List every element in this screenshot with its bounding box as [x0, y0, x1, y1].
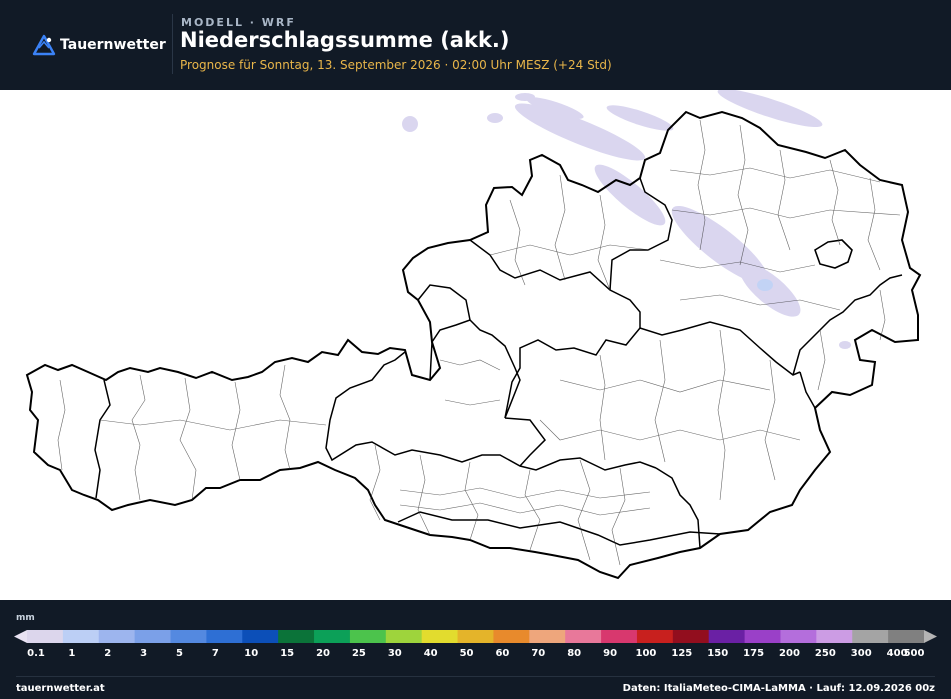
legend-end-arrow	[924, 630, 937, 643]
legend-swatch	[529, 630, 566, 643]
mountain-logo-icon	[32, 34, 56, 56]
legend-swatch	[816, 630, 853, 643]
footer-source: Daten: ItaliaMeteo-CIMA-LaMMA · Lauf: 12…	[622, 683, 935, 694]
legend-swatch	[98, 630, 136, 643]
legend-tick-label: 175	[743, 648, 765, 659]
brand-name: Tauernwetter	[60, 37, 166, 53]
legend-tick-label: 200	[779, 648, 800, 659]
legend-swatch	[27, 630, 64, 643]
legend-swatch	[672, 630, 710, 643]
legend-tick-label: 80	[567, 648, 582, 659]
legend-swatch	[62, 630, 100, 643]
legend-tick-label: 1	[68, 648, 76, 659]
austria-border	[25, 110, 922, 580]
legend-tick-label: 10	[244, 648, 259, 659]
footer-site[interactable]: tauernwetter.at	[16, 683, 105, 694]
austria-map-svg	[25, 90, 922, 580]
legend-tick-label: 40	[423, 648, 438, 659]
legend-panel: mm 0.1 1 2 3 5 7 10 15 20 25 30 40 50 60 70 80 90 100 125 1…	[0, 600, 951, 676]
page-title: Niederschlagssumme (akk.)	[180, 28, 510, 52]
legend-swatch	[170, 630, 207, 643]
legend-swatch	[636, 630, 674, 643]
legend-tick-label: 150	[707, 648, 729, 659]
legend-tick-label: 3	[140, 648, 148, 659]
legend-swatch	[601, 630, 638, 643]
legend-swatch	[708, 630, 746, 643]
legend-swatch	[278, 630, 315, 643]
legend-tick-label: 100	[635, 648, 657, 659]
legend-tick-label: 50	[459, 648, 474, 659]
district-borders	[57, 119, 901, 566]
legend-tick-label: 0.1	[27, 648, 45, 659]
legend-tick-label: 5	[176, 648, 183, 659]
legend-tick-label: 25	[351, 648, 366, 659]
forecast-subtitle: Prognose für Sonntag, 13. September 2026…	[180, 58, 612, 72]
vienna-border	[814, 239, 853, 269]
legend-tick-label: 20	[316, 648, 330, 659]
legend-tick-label: 300	[850, 648, 872, 659]
color-scale-ticks: 0.1 1 2 3 5 7 10 15 20 25 30 40 50 60 70 80 90 100 125 150 1…	[0, 648, 951, 662]
header: Tauernwetter MODELL · WRF Niederschlagss…	[0, 0, 951, 90]
legend-swatch	[888, 630, 925, 643]
legend-tick-label: 60	[495, 648, 510, 659]
legend-tick-label: 30	[387, 648, 402, 659]
legend-swatch	[457, 630, 494, 643]
legend-tick-label: 500	[903, 648, 925, 659]
legend-tick-label: 90	[603, 648, 618, 659]
legend-tick-label: 15	[280, 648, 295, 659]
precipitation-map	[0, 90, 951, 600]
legend-unit: mm	[16, 613, 35, 623]
legend-tick-label: 2	[104, 648, 112, 659]
legend-tick-label: 70	[531, 648, 546, 659]
legend-swatch	[780, 630, 817, 643]
legend-tick-label: 250	[814, 648, 836, 659]
legend-swatch	[242, 630, 279, 643]
color-scale-bar	[14, 630, 937, 643]
legend-swatch	[493, 630, 530, 643]
precipitation-overlay	[402, 90, 851, 349]
legend-tick-label: 7	[211, 648, 219, 659]
legend-start-arrow	[14, 630, 27, 643]
legend-swatch	[134, 630, 172, 643]
legend-tick-label: 125	[671, 648, 693, 659]
legend-swatch	[385, 630, 423, 643]
legend-swatch	[206, 630, 243, 643]
legend-swatch	[349, 630, 387, 643]
brand-logo[interactable]: Tauernwetter	[32, 34, 166, 56]
legend-swatch	[565, 630, 602, 643]
footer-divider	[16, 676, 935, 677]
legend-swatch	[744, 630, 781, 643]
legend-swatch	[852, 630, 889, 643]
legend-swatch	[314, 630, 351, 643]
legend-swatch	[421, 630, 459, 643]
header-divider	[172, 14, 173, 74]
